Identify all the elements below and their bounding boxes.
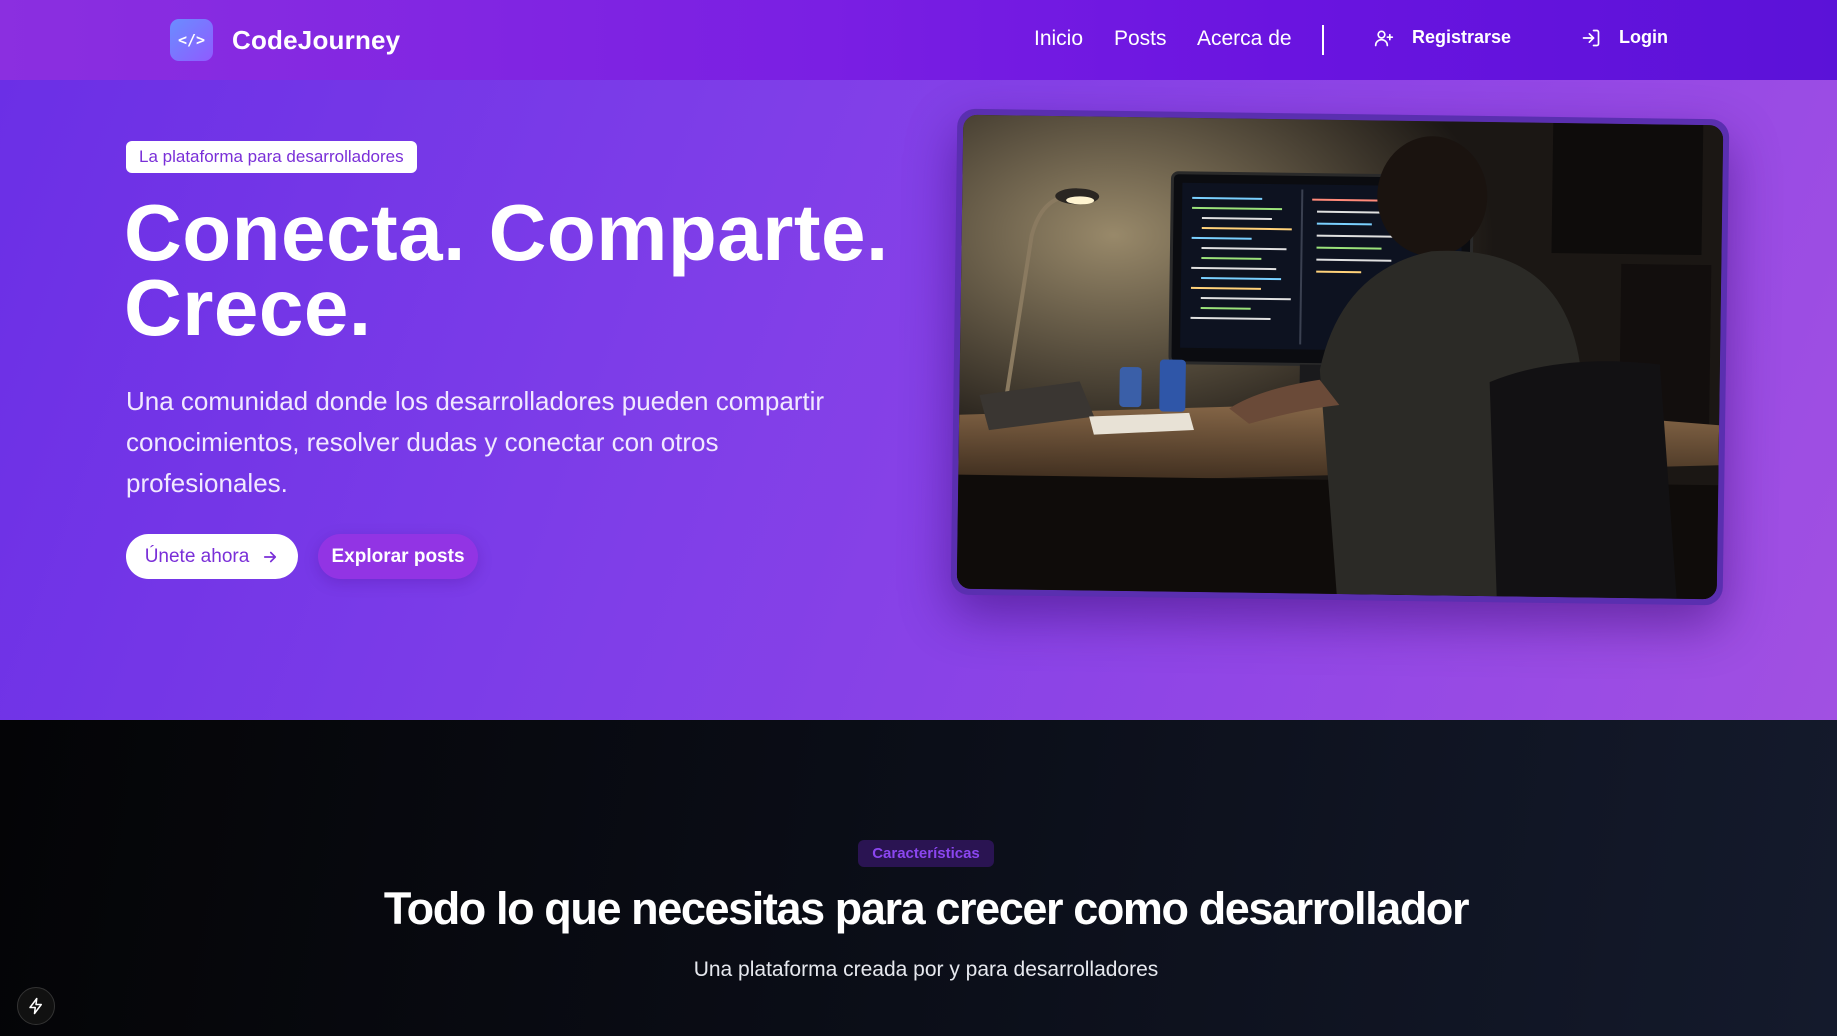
features-title: Todo lo que necesitas para crecer como d…	[383, 883, 1470, 934]
developer-scene-illustration	[956, 114, 1724, 600]
lightning-icon	[29, 997, 42, 1015]
hero-subtitle: Una comunidad donde los desarrolladores …	[126, 386, 825, 498]
register-button[interactable]: Registrarse	[1374, 27, 1511, 48]
login-icon	[1582, 29, 1600, 46]
code-logo-icon: </>	[170, 19, 213, 61]
features-section: Características Todo lo que necesitas pa…	[0, 720, 1837, 1036]
brand-name: CodeJourney	[232, 24, 401, 55]
nav-divider	[1322, 25, 1324, 55]
hero-section: La plataforma para desarrolladores Conec…	[0, 80, 1837, 720]
hero-title-line2: Crece.	[124, 263, 372, 352]
join-now-button[interactable]: Únete ahora	[126, 534, 298, 579]
developer-at-desk-image	[956, 114, 1724, 600]
features-badge: Características	[858, 840, 994, 867]
login-label: Login	[1619, 27, 1668, 47]
brand[interactable]: </> CodeJourney	[170, 19, 400, 61]
nav-link-posts[interactable]: Posts	[1114, 27, 1167, 51]
dev-tools-button[interactable]	[17, 987, 55, 1025]
features-subtitle: Una plataforma creada por y para desarro…	[693, 958, 1159, 981]
explore-posts-label: Explorar posts	[331, 545, 465, 567]
hero-image-frame	[950, 108, 1730, 606]
nav-link-inicio[interactable]: Inicio	[1034, 27, 1083, 51]
hero-badge: La plataforma para desarrolladores	[126, 141, 417, 173]
explore-posts-button[interactable]: Explorar posts	[318, 534, 478, 579]
login-button[interactable]: Login	[1581, 27, 1668, 48]
arrow-right-icon	[264, 551, 277, 562]
user-plus-icon	[1374, 29, 1394, 46]
register-label: Registrarse	[1412, 27, 1512, 47]
join-now-label: Únete ahora	[144, 545, 250, 567]
hero-title: Conecta. Comparte. Crece.	[124, 193, 889, 348]
top-navbar: </> CodeJourney Inicio Posts Acerca de R…	[0, 0, 1837, 80]
nav-link-acerca-de[interactable]: Acerca de	[1197, 27, 1292, 51]
